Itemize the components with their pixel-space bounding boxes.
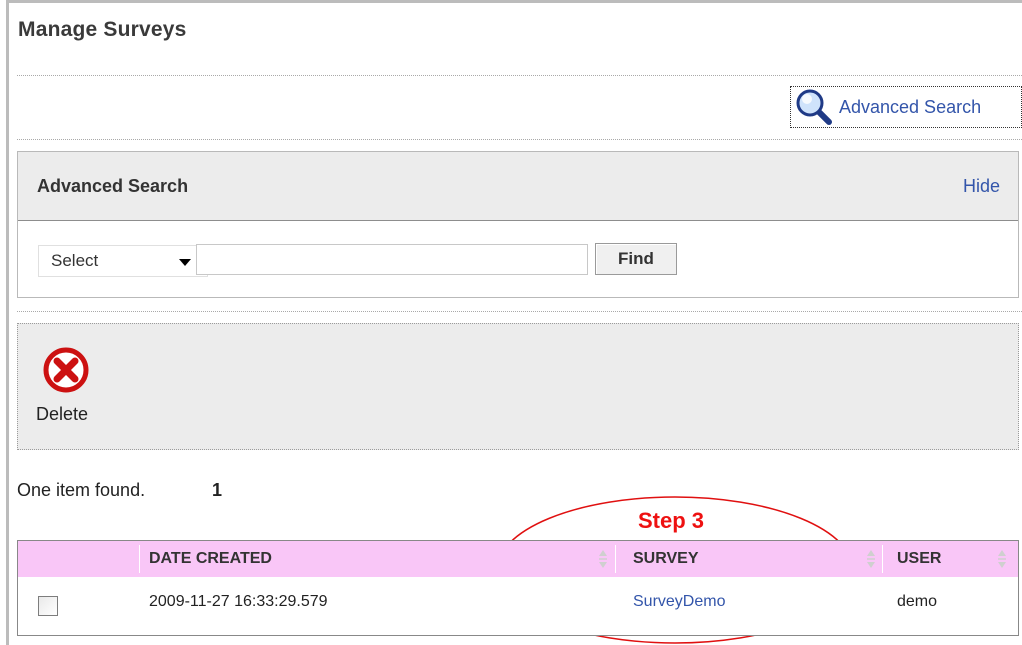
- column-header-user[interactable]: USER: [897, 541, 941, 577]
- column-header-survey[interactable]: SURVEY: [633, 541, 699, 577]
- survey-link[interactable]: SurveyDemo: [633, 593, 725, 611]
- page-title: Manage Surveys: [18, 18, 187, 41]
- delete-label: Delete: [36, 404, 89, 424]
- divider: [17, 139, 1022, 140]
- advanced-search-link[interactable]: Advanced Search: [790, 86, 1022, 128]
- chevron-down-icon: [179, 259, 191, 266]
- advanced-search-panel: Advanced Search Hide Select: [17, 151, 1019, 298]
- row-checkbox[interactable]: [38, 596, 58, 616]
- table-header: DATE CREATED SURVEY USER: [18, 541, 1018, 577]
- advanced-search-header: Advanced Search Hide: [18, 152, 1018, 221]
- column-header-date-created[interactable]: DATE CREATED: [149, 541, 272, 577]
- divider: [17, 75, 1022, 76]
- frame-border-left: [6, 0, 9, 645]
- advanced-search-title: Advanced Search: [37, 176, 189, 196]
- select-value: Select: [51, 251, 99, 270]
- table-row: 2009-11-27 16:33:29.579 SurveyDemo demo: [18, 577, 1018, 635]
- column-separator: [882, 545, 883, 573]
- sort-icon[interactable]: [866, 549, 876, 569]
- hide-link[interactable]: Hide: [963, 176, 1000, 197]
- results-summary: One item found.: [17, 480, 146, 500]
- page-number[interactable]: 1: [212, 480, 222, 501]
- find-button[interactable]: Find: [595, 243, 677, 275]
- actions-toolbar: Delete: [17, 323, 1019, 450]
- delete-x-icon: [42, 346, 90, 399]
- annotation-label: Step 3: [638, 508, 705, 533]
- column-separator: [139, 545, 140, 573]
- sort-icon[interactable]: [997, 549, 1007, 569]
- frame-border-top: [6, 0, 1022, 3]
- sort-icon[interactable]: [598, 549, 608, 569]
- column-separator: [615, 545, 616, 573]
- user-cell: demo: [897, 593, 938, 610]
- magnifier-icon: [795, 88, 833, 126]
- advanced-search-link-label: Advanced Search: [839, 96, 982, 117]
- date-created-cell: 2009-11-27 16:33:29.579: [149, 593, 328, 610]
- search-input[interactable]: [196, 244, 588, 275]
- delete-button[interactable]: Delete: [34, 344, 94, 434]
- surveys-table: DATE CREATED SURVEY USER 2009-11-27 16:3…: [17, 540, 1019, 636]
- divider: [17, 311, 1022, 312]
- search-field-select[interactable]: Select: [38, 245, 208, 277]
